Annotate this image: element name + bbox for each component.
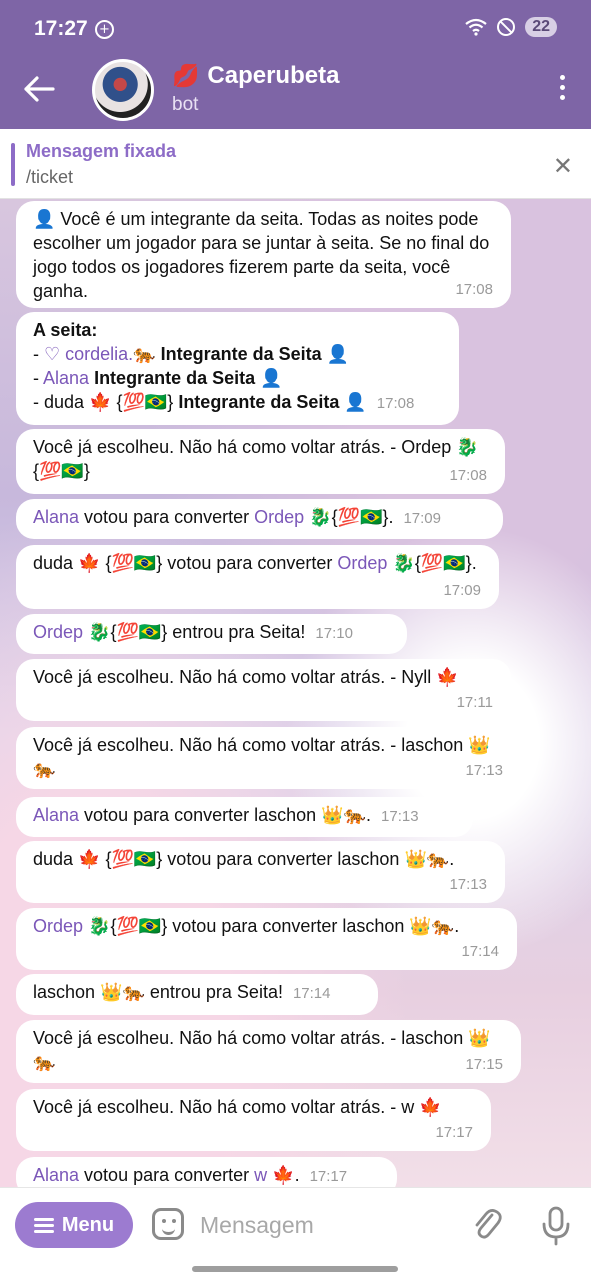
message-text: Você já escolheu. Não há como voltar atr… bbox=[33, 667, 459, 687]
message-bubble[interactable]: Você já escolheu. Não há como voltar atr… bbox=[16, 1020, 521, 1083]
message-text: Você já escolheu. Não há como voltar atr… bbox=[33, 735, 491, 779]
message-bubble[interactable]: laschon 👑🐅 entrou pra Seita! 17:14 bbox=[16, 974, 378, 1015]
message-bubble[interactable]: Alana votou para converter laschon 👑🐅. 17… bbox=[16, 797, 473, 837]
message-bubble[interactable]: Ordep 🐉{💯🇧🇷} votou para converter lascho… bbox=[16, 908, 517, 970]
status-icons: 22 bbox=[465, 17, 557, 37]
user-mention[interactable]: Ordep bbox=[33, 916, 83, 936]
do-not-disturb-icon bbox=[497, 18, 516, 36]
menu-button[interactable]: Menu bbox=[15, 1202, 133, 1248]
message-bubble[interactable]: Você já escolheu. Não há como voltar atr… bbox=[16, 1089, 491, 1151]
chat-title: Caperubeta bbox=[207, 62, 340, 89]
message-text: Você já escolheu. Não há como voltar atr… bbox=[33, 1097, 442, 1117]
sticker-icon[interactable] bbox=[152, 1208, 184, 1240]
message-bubble[interactable]: Alana votou para converter w 🍁. 17:17 bbox=[16, 1157, 397, 1187]
message-time: 17:17 bbox=[435, 1124, 473, 1141]
message-bubble[interactable]: 👤 Você é um integrante da seita. Todas a… bbox=[16, 201, 511, 308]
more-options-icon[interactable] bbox=[557, 75, 567, 105]
message-title: A seita: bbox=[33, 320, 98, 340]
message-text: duda 🍁 {💯🇧🇷} votou para converter lascho… bbox=[33, 849, 455, 869]
message-time: 17:09 bbox=[403, 510, 441, 527]
message-time: 17:15 bbox=[465, 1056, 503, 1073]
status-time: 17:27 bbox=[34, 17, 88, 40]
message-time: 17:09 bbox=[443, 582, 481, 599]
chat-subtitle: bot bbox=[172, 94, 199, 115]
message-time: 17:17 bbox=[309, 1168, 348, 1185]
chat-avatar[interactable] bbox=[92, 59, 154, 121]
message-text: Você já escolheu. Não há como voltar atr… bbox=[33, 1028, 491, 1072]
user-mention[interactable]: w bbox=[254, 1165, 267, 1185]
home-indicator bbox=[192, 1266, 398, 1272]
pinned-title: Mensagem fixada bbox=[26, 141, 177, 161]
message-time: 17:13 bbox=[381, 808, 419, 825]
attach-icon[interactable] bbox=[472, 1206, 502, 1244]
message-bubble[interactable]: Você já escolheu. Não há como voltar atr… bbox=[16, 727, 521, 789]
user-mention[interactable]: Ordep bbox=[254, 507, 304, 527]
message-time: 17:14 bbox=[461, 943, 499, 960]
message-bubble[interactable]: Você já escolheu. Não há como voltar atr… bbox=[16, 429, 505, 494]
message-input[interactable] bbox=[200, 1208, 450, 1242]
close-icon[interactable]: ✕ bbox=[553, 152, 573, 180]
message-time: 17:11 bbox=[456, 694, 493, 711]
chat-title-row[interactable]: 💋 Caperubeta bbox=[172, 62, 339, 90]
user-mention[interactable]: Ordep bbox=[337, 553, 387, 573]
pinned-message-bar[interactable]: Mensagem fixada /ticket ✕ bbox=[0, 129, 591, 199]
user-mention[interactable]: Alana bbox=[33, 507, 79, 527]
kiss-emoji-icon: 💋 bbox=[172, 63, 200, 89]
notification-icon: + bbox=[95, 20, 114, 39]
menu-button-label: Menu bbox=[61, 1213, 115, 1236]
message-time: 17:10 bbox=[315, 625, 353, 642]
message-bubble[interactable]: duda 🍁 {💯🇧🇷} votou para converter Ordep … bbox=[16, 545, 499, 609]
wifi-icon bbox=[465, 18, 487, 36]
user-mention[interactable]: Alana bbox=[33, 805, 79, 825]
message-text: Você já escolheu. Não há como voltar atr… bbox=[33, 437, 479, 481]
message-time: 17:14 bbox=[292, 985, 331, 1002]
message-composer: Menu bbox=[0, 1187, 591, 1280]
message-time: 17:08 bbox=[449, 467, 487, 484]
message-bubble[interactable]: Alana votou para converter Ordep 🐉{💯🇧🇷}.… bbox=[16, 499, 503, 539]
pinned-text: /ticket bbox=[26, 167, 74, 187]
hamburger-icon bbox=[33, 1215, 54, 1236]
message-time: 17:13 bbox=[449, 876, 487, 893]
message-bubble[interactable]: A seita: - ♡ cordelia.🐅 Integrante da Se… bbox=[16, 312, 459, 425]
back-arrow-icon[interactable] bbox=[22, 74, 56, 104]
microphone-icon[interactable] bbox=[541, 1206, 571, 1246]
member-line: - duda 🍁 {💯🇧🇷} Integrante da Seita 👤 17:0… bbox=[33, 392, 415, 412]
message-bubble[interactable]: Você já escolheu. Não há como voltar atr… bbox=[16, 659, 511, 721]
member-line: - ♡ cordelia.🐅 Integrante da Seita 👤 bbox=[33, 344, 350, 364]
user-mention[interactable]: Ordep bbox=[33, 622, 83, 642]
message-time: 17:08 bbox=[455, 281, 493, 298]
user-mention[interactable]: Alana bbox=[43, 368, 89, 388]
user-mention[interactable]: Alana bbox=[33, 1165, 79, 1185]
battery-level: 22 bbox=[525, 17, 557, 37]
chat-area[interactable]: 👤 Você é um integrante da seita. Todas a… bbox=[0, 199, 591, 1187]
message-time: 17:08 bbox=[376, 395, 415, 412]
message-bubble[interactable]: duda 🍁 {💯🇧🇷} votou para converter lascho… bbox=[16, 841, 505, 903]
message-bubble[interactable]: Ordep 🐉{💯🇧🇷} entrou pra Seita! 17:10 bbox=[16, 614, 407, 654]
message-text: laschon 👑🐅 entrou pra Seita! bbox=[33, 982, 283, 1002]
chat-header: 17:27 + 22 💋 Caperubeta bot bbox=[0, 0, 591, 129]
message-text: 👤 Você é um integrante da seita. Todas a… bbox=[33, 209, 490, 301]
message-time: 17:13 bbox=[465, 762, 503, 779]
user-mention[interactable]: ♡ cordelia.🐅 bbox=[44, 344, 156, 364]
member-line: - Alana Integrante da Seita 👤 bbox=[33, 368, 283, 388]
pinned-indicator bbox=[11, 143, 15, 186]
